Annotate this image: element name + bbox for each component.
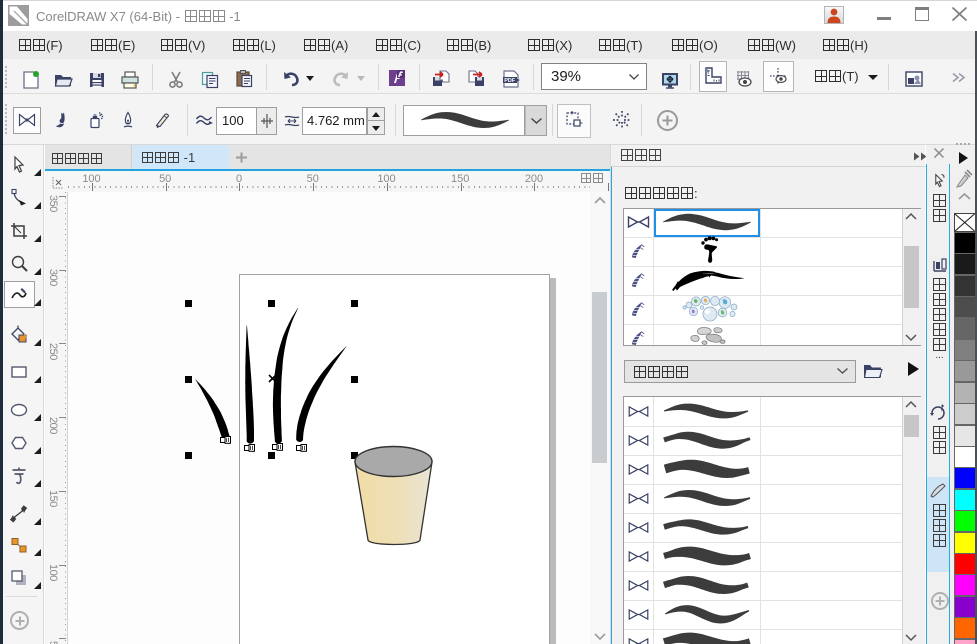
svg-text:PDF: PDF — [504, 78, 516, 84]
